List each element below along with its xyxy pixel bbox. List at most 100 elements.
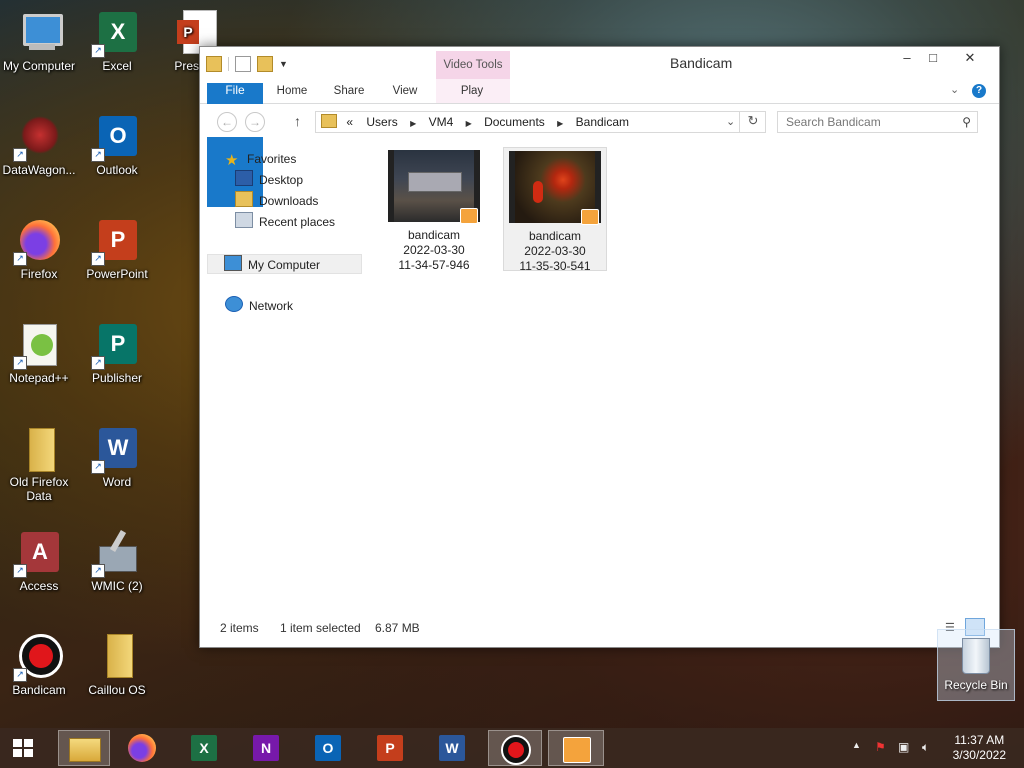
- star-icon: ★: [225, 152, 239, 169]
- nav-label: My Computer: [248, 258, 321, 272]
- action-center-flag-icon[interactable]: ⚑: [875, 740, 886, 754]
- desktop-icon-bandicam[interactable]: ↗ Bandicam: [0, 632, 78, 697]
- shortcut-arrow-icon: ↗: [91, 564, 105, 578]
- breadcrumb-overflow[interactable]: «: [346, 115, 353, 129]
- close-button[interactable]: ✕: [948, 47, 992, 69]
- customize-qat-icon[interactable]: ▼: [279, 57, 289, 71]
- search-input[interactable]: Search Bandicam ⚲: [777, 111, 978, 133]
- recent-places-icon: [235, 212, 253, 228]
- address-dropdown-icon[interactable]: ⌄: [726, 112, 735, 132]
- desktop-icon-label: PowerPoint: [86, 267, 148, 281]
- taskbar-powerpoint[interactable]: P: [368, 730, 412, 766]
- desktop-icon-word[interactable]: W ↗ Word: [78, 424, 156, 489]
- taskbar-file-explorer[interactable]: [58, 730, 110, 766]
- word-icon: W ↗: [91, 424, 141, 474]
- taskbar-onenote[interactable]: N: [244, 730, 288, 766]
- shortcut-arrow-icon: ↗: [91, 148, 105, 162]
- downloads-icon: [235, 191, 253, 207]
- file-name: bandicam: [528, 229, 582, 243]
- folder-icon: [93, 632, 141, 680]
- desktop-icon-label: Excel: [102, 59, 132, 73]
- file-name-line2: 2022-03-30: [524, 244, 586, 258]
- nav-network[interactable]: Network: [225, 296, 293, 316]
- window-title: Bandicam: [670, 55, 733, 71]
- expand-ribbon-icon[interactable]: ⌄: [950, 83, 959, 96]
- breadcrumb-vm4[interactable]: VM4: [429, 115, 454, 129]
- tab-view[interactable]: View: [386, 79, 424, 103]
- desktop-icon-my-computer[interactable]: My Computer: [0, 8, 78, 73]
- start-button[interactable]: [2, 730, 46, 766]
- desktop-icon-excel[interactable]: X ↗ Excel: [78, 8, 156, 73]
- nav-label: Favorites: [247, 152, 297, 166]
- maximize-button[interactable]: □: [918, 47, 948, 69]
- breadcrumb-documents[interactable]: Documents: [484, 115, 545, 129]
- nav-label: Network: [249, 299, 294, 313]
- video-thumbnail-icon: [509, 151, 601, 225]
- clock-date: 3/30/2022: [952, 748, 1006, 762]
- address-bar[interactable]: « Users ▶ VM4 ▶ Documents ▶ Bandicam ⌄ ↻: [315, 111, 766, 133]
- desktop-icon-powerpoint[interactable]: P ↗ PowerPoint: [78, 216, 156, 281]
- taskbar-excel[interactable]: X: [182, 730, 226, 766]
- taskbar-firefox[interactable]: [120, 730, 164, 766]
- shortcut-arrow-icon: ↗: [91, 44, 105, 58]
- excel-icon: X: [191, 735, 217, 761]
- file-item[interactable]: bandicam 2022-03-30 11-34-57-946: [382, 147, 486, 272]
- desktop-icon-notepadpp[interactable]: ↗ Notepad++: [0, 320, 78, 385]
- file-item[interactable]: bandicam 2022-03-30 11-35-30-541: [503, 147, 607, 273]
- bandicam-record-icon: ↗: [13, 632, 63, 682]
- nav-recent-places[interactable]: Recent places: [235, 212, 335, 232]
- back-button[interactable]: ←: [217, 112, 237, 132]
- up-button[interactable]: ↑: [294, 113, 301, 129]
- address-toolbar: ← → ↑ « Users ▶ VM4 ▶ Documents ▶ Bandic…: [200, 104, 999, 137]
- show-hidden-icons-icon[interactable]: ▲: [852, 740, 861, 750]
- desktop-icon-label: Access: [19, 579, 59, 593]
- desktop-icon-wmic[interactable]: ↗ WMIC (2): [78, 528, 156, 593]
- desktop-icon-access[interactable]: A ↗ Access: [0, 528, 78, 593]
- tab-home[interactable]: Home: [272, 79, 312, 103]
- nav-label: Desktop: [259, 173, 304, 187]
- volume-muted-icon[interactable]: 🔈︎: [922, 740, 929, 755]
- taskbar-media-player[interactable]: [548, 730, 604, 766]
- desktop-icon-datawagon[interactable]: ↗ DataWagon...: [0, 112, 78, 177]
- network-status-icon[interactable]: ▣: [898, 740, 909, 754]
- new-folder-icon[interactable]: [257, 56, 273, 72]
- play-badge-icon: [581, 209, 599, 225]
- desktop-icon-firefox[interactable]: ↗ Firefox: [0, 216, 78, 281]
- nav-label: Downloads: [259, 194, 319, 208]
- powerpoint-icon: P ↗: [91, 216, 141, 266]
- breadcrumb-separator-icon: ▶: [465, 119, 472, 128]
- taskbar-word[interactable]: W: [430, 730, 474, 766]
- title-bar[interactable]: ▼ Video Tools Bandicam – □ ✕: [200, 47, 999, 79]
- help-icon[interactable]: ?: [972, 84, 986, 98]
- desktop-icon-caillou-os[interactable]: Caillou OS: [78, 632, 156, 697]
- breadcrumb-users[interactable]: Users: [366, 115, 397, 129]
- taskbar-outlook[interactable]: O: [306, 730, 350, 766]
- desktop-icon-publisher[interactable]: P ↗ Publisher: [78, 320, 156, 385]
- nav-favorites[interactable]: ★ Favorites: [225, 149, 296, 169]
- status-item-count: 2 items: [220, 621, 259, 635]
- desktop-icon-outlook[interactable]: O ↗ Outlook: [78, 112, 156, 177]
- search-icon: ⚲: [962, 115, 971, 129]
- shortcut-arrow-icon: ↗: [13, 668, 27, 682]
- tab-play[interactable]: Play: [452, 79, 492, 103]
- tab-share[interactable]: Share: [328, 79, 370, 103]
- refresh-button[interactable]: ↻: [739, 111, 766, 133]
- taskbar-bandicam[interactable]: [488, 730, 542, 766]
- status-size: 6.87 MB: [375, 621, 420, 635]
- system-clock[interactable]: 11:37 AM 3/30/2022: [953, 733, 1006, 763]
- desktop-icon-label: Word: [102, 475, 132, 489]
- forward-button[interactable]: →: [245, 112, 265, 132]
- nav-my-computer[interactable]: My Computer: [207, 254, 362, 274]
- shortcut-arrow-icon: ↗: [91, 356, 105, 370]
- desktop-icon-old-firefox-data[interactable]: Old Firefox Data: [0, 424, 78, 503]
- properties-icon[interactable]: [235, 56, 251, 72]
- datawagon-icon: ↗: [13, 112, 63, 162]
- breadcrumb-bandicam[interactable]: Bandicam: [576, 115, 629, 129]
- desktop-icon-label: WMIC (2): [91, 579, 143, 593]
- ribbon-tabs: File Home Share View Play ⌄ ?: [200, 79, 999, 207]
- folder-icon[interactable]: [206, 56, 222, 72]
- desktop-icon-recycle-bin[interactable]: Recycle Bin: [937, 629, 1015, 701]
- nav-downloads[interactable]: Downloads: [235, 191, 318, 211]
- desktop-icon-label: Publisher: [91, 371, 143, 385]
- nav-desktop[interactable]: Desktop: [235, 170, 303, 190]
